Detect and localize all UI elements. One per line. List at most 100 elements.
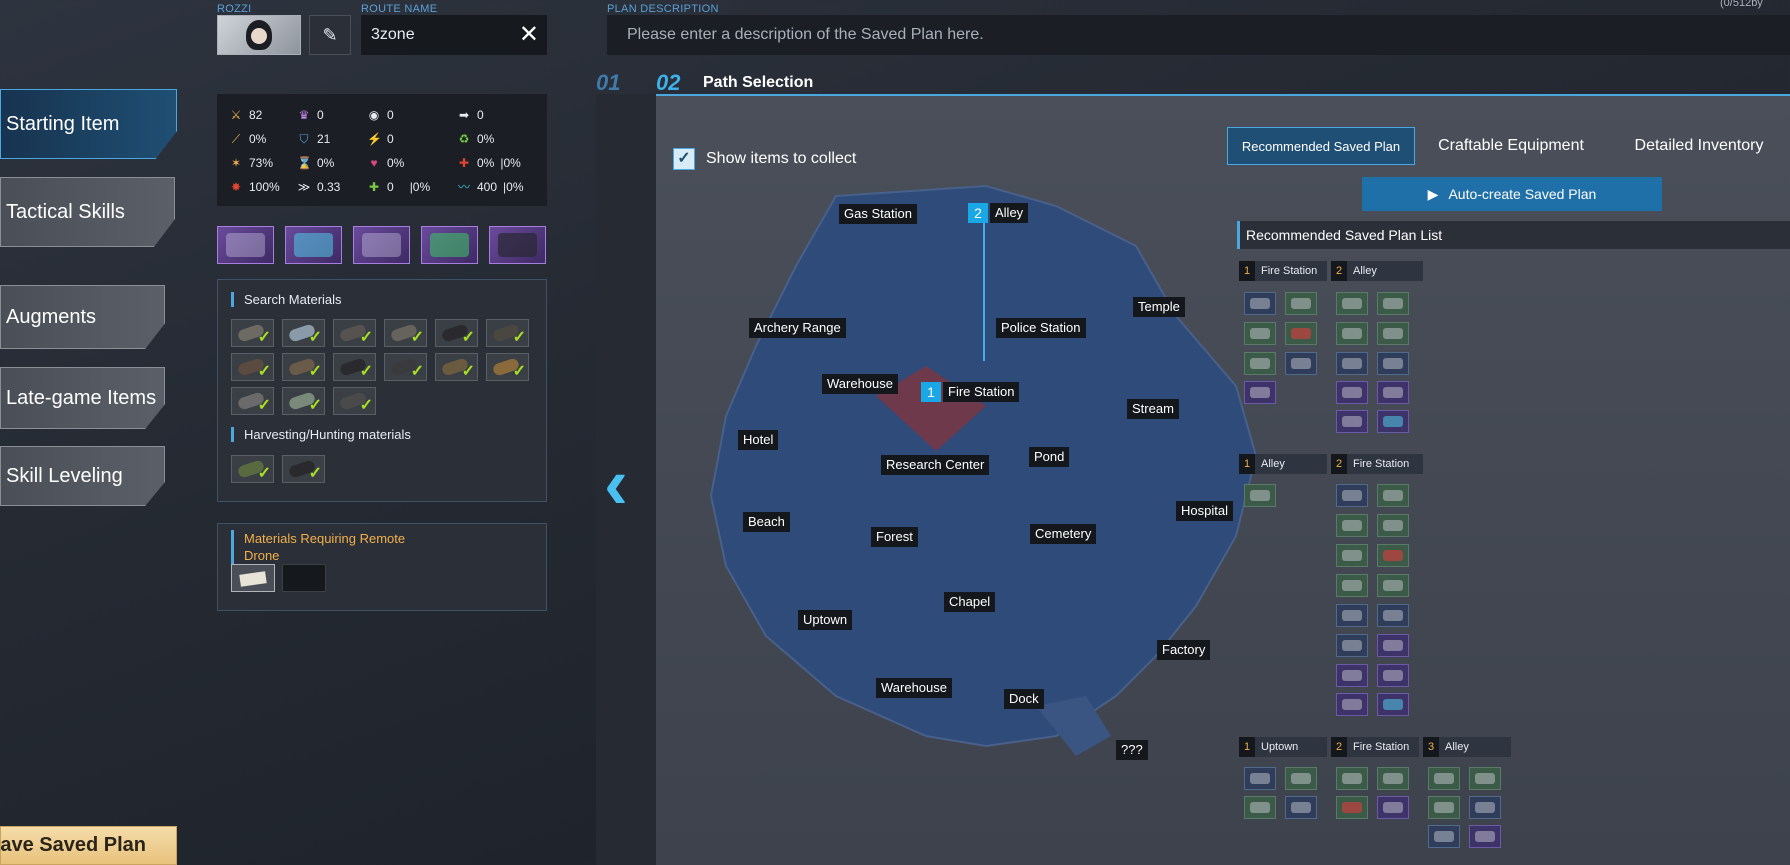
- plan-item[interactable]: [1377, 410, 1409, 433]
- plan-item[interactable]: [1377, 796, 1409, 819]
- plan-item[interactable]: [1428, 767, 1460, 790]
- plan-item[interactable]: [1285, 322, 1317, 345]
- material-item[interactable]: ✓: [231, 353, 274, 381]
- material-item[interactable]: ✓: [333, 353, 376, 381]
- character-portrait[interactable]: [217, 15, 301, 55]
- show-items-checkbox[interactable]: ✓: [673, 148, 695, 170]
- location-unknown[interactable]: ???: [1116, 740, 1148, 760]
- tab-detailed-inventory[interactable]: Detailed Inventory: [1614, 127, 1784, 165]
- plan-item[interactable]: [1336, 484, 1368, 507]
- plan-item[interactable]: [1285, 292, 1317, 315]
- drone-material-empty[interactable]: [282, 564, 326, 592]
- plan-item[interactable]: [1336, 544, 1368, 567]
- plan-item[interactable]: [1336, 767, 1368, 790]
- plan-3-step-1[interactable]: 1 Uptown: [1239, 737, 1327, 757]
- plan-1-step-2[interactable]: 2 Alley: [1331, 261, 1423, 281]
- location-cemetery[interactable]: Cemetery: [1030, 524, 1097, 544]
- plan-item[interactable]: [1244, 484, 1276, 507]
- plan-item[interactable]: [1469, 796, 1501, 819]
- step-02-label[interactable]: 02: [656, 70, 680, 96]
- plan-item[interactable]: [1244, 767, 1276, 790]
- save-plan-button[interactable]: ave Saved Plan: [0, 826, 177, 865]
- location-gas-station[interactable]: Gas Station: [839, 204, 917, 224]
- plan-item[interactable]: [1428, 796, 1460, 819]
- route-name-field[interactable]: 3zone ✕: [361, 15, 547, 55]
- plan-item[interactable]: [1244, 322, 1276, 345]
- location-beach[interactable]: Beach: [743, 512, 790, 532]
- location-factory[interactable]: Factory: [1157, 640, 1211, 660]
- plan-1-step-1[interactable]: 1 Fire Station: [1239, 261, 1327, 281]
- plan-item[interactable]: [1377, 574, 1409, 597]
- equipment-slot-head[interactable]: [285, 226, 342, 264]
- tab-craftable-equipment[interactable]: Craftable Equipment: [1421, 127, 1601, 165]
- plan-3-step-2[interactable]: 2 Fire Station: [1331, 737, 1419, 757]
- plan-item[interactable]: [1336, 693, 1368, 716]
- location-fire-station[interactable]: Fire Station: [943, 382, 1020, 402]
- plan-3-step-3[interactable]: 3 Alley: [1423, 737, 1511, 757]
- location-archery-range[interactable]: Archery Range: [749, 318, 846, 338]
- material-item[interactable]: ✓: [384, 353, 427, 381]
- plan-item[interactable]: [1244, 292, 1276, 315]
- plan-item[interactable]: [1377, 514, 1409, 537]
- location-hotel[interactable]: Hotel: [738, 430, 779, 450]
- plan-item[interactable]: [1428, 825, 1460, 848]
- material-item[interactable]: ✓: [435, 319, 478, 347]
- location-pond[interactable]: Pond: [1029, 447, 1070, 467]
- location-stream[interactable]: Stream: [1127, 399, 1179, 419]
- location-police-station[interactable]: Police Station: [996, 318, 1086, 338]
- equipment-slot-arm[interactable]: [421, 226, 478, 264]
- nav-late-game-items[interactable]: Late-game Items: [0, 367, 165, 429]
- location-warehouse-south[interactable]: Warehouse: [876, 678, 952, 698]
- plan-item[interactable]: [1336, 574, 1368, 597]
- plan-item[interactable]: [1377, 292, 1409, 315]
- plan-2-step-1[interactable]: 1 Alley: [1239, 454, 1327, 474]
- nav-tactical-skills[interactable]: Tactical Skills: [0, 177, 175, 247]
- drone-material-paper[interactable]: [231, 564, 275, 592]
- plan-item[interactable]: [1377, 381, 1409, 404]
- nav-skill-leveling[interactable]: Skill Leveling: [0, 446, 165, 506]
- plan-item[interactable]: [1377, 352, 1409, 375]
- material-item[interactable]: ✓: [282, 455, 325, 483]
- equipment-slot-leg[interactable]: [489, 226, 546, 264]
- material-item[interactable]: ✓: [282, 319, 325, 347]
- nav-augments[interactable]: Augments: [0, 285, 165, 349]
- nav-starting-item[interactable]: Starting Item: [0, 89, 177, 159]
- plan-item[interactable]: [1377, 604, 1409, 627]
- location-research-center[interactable]: Research Center: [881, 455, 990, 475]
- plan-item[interactable]: [1377, 767, 1409, 790]
- plan-description-input[interactable]: Please enter a description of the Saved …: [607, 15, 1790, 55]
- material-item[interactable]: ✓: [333, 319, 376, 347]
- close-icon[interactable]: ✕: [519, 21, 539, 49]
- plan-item[interactable]: [1285, 767, 1317, 790]
- plan-item[interactable]: [1377, 693, 1409, 716]
- plan-item[interactable]: [1336, 604, 1368, 627]
- material-item[interactable]: ✓: [486, 319, 529, 347]
- plan-item[interactable]: [1336, 796, 1368, 819]
- material-item[interactable]: ✓: [231, 387, 274, 415]
- plan-item[interactable]: [1377, 322, 1409, 345]
- plan-item[interactable]: [1377, 634, 1409, 657]
- location-temple[interactable]: Temple: [1133, 297, 1185, 317]
- plan-item[interactable]: [1377, 484, 1409, 507]
- plan-item[interactable]: [1377, 544, 1409, 567]
- location-chapel[interactable]: Chapel: [944, 592, 996, 612]
- plan-item[interactable]: [1244, 352, 1276, 375]
- chevron-left-icon[interactable]: ‹: [604, 448, 628, 520]
- plan-item[interactable]: [1336, 352, 1368, 375]
- plan-2-step-2[interactable]: 2 Fire Station: [1331, 454, 1423, 474]
- plan-item[interactable]: [1244, 796, 1276, 819]
- step-01-label[interactable]: 01: [596, 70, 620, 96]
- plan-item[interactable]: [1336, 664, 1368, 687]
- material-item[interactable]: ✓: [231, 319, 274, 347]
- location-dock[interactable]: Dock: [1004, 689, 1044, 709]
- plan-item[interactable]: [1469, 767, 1501, 790]
- auto-create-button[interactable]: ▶ Auto-create Saved Plan: [1362, 177, 1662, 211]
- plan-item[interactable]: [1336, 410, 1368, 433]
- plan-item[interactable]: [1285, 796, 1317, 819]
- plan-item[interactable]: [1336, 381, 1368, 404]
- plan-item[interactable]: [1285, 352, 1317, 375]
- location-warehouse-north[interactable]: Warehouse: [822, 374, 898, 394]
- material-item[interactable]: ✓: [282, 387, 325, 415]
- material-item[interactable]: ✓: [333, 387, 376, 415]
- material-item[interactable]: ✓: [435, 353, 478, 381]
